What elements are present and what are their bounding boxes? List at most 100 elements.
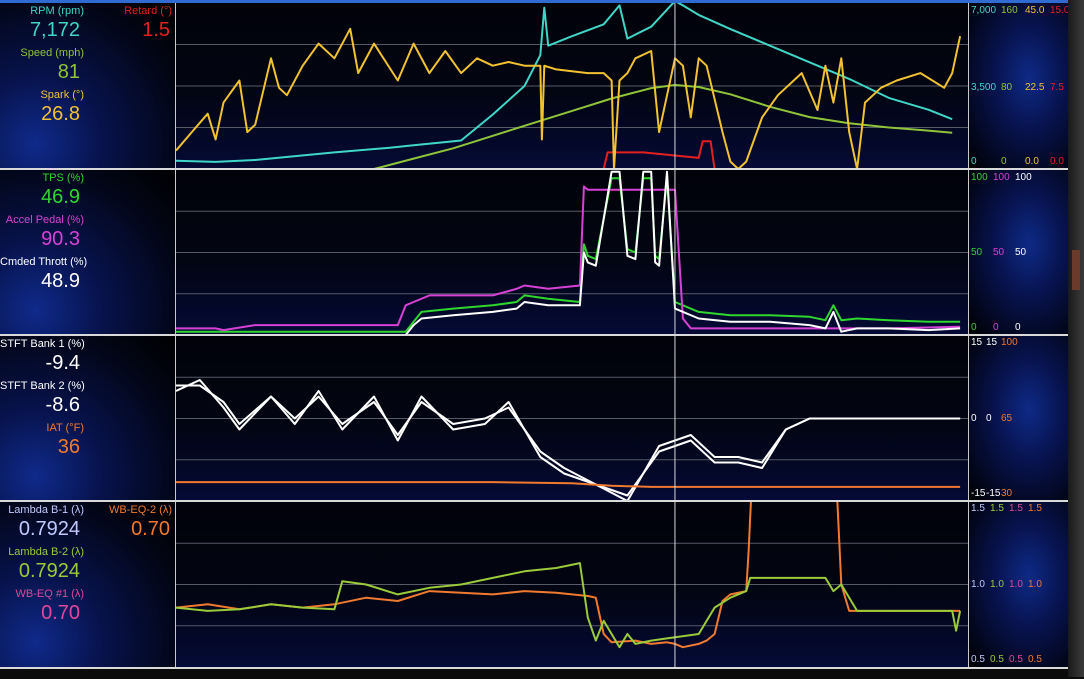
scale-bot-1: 0 bbox=[971, 156, 977, 167]
scale-mid-3: 50 bbox=[1015, 247, 1027, 258]
chart-pane-throttle: TPS (%) 46.9 Accel Pedal (%) 90.3 Cmded … bbox=[0, 170, 1069, 335]
scale-top-3: 100 bbox=[1015, 172, 1032, 183]
plot-area[interactable] bbox=[176, 336, 968, 501]
scale-mid-4: 7.5 bbox=[1050, 82, 1064, 93]
plot-area[interactable] bbox=[176, 170, 968, 335]
scale-mid-3: 1.0 bbox=[1009, 579, 1023, 590]
scale-top-2: 160 bbox=[1001, 5, 1018, 16]
scale-column: 1.5 1.5 1.5 1.5 1.0 1.0 1.0 1.0 0.5 0.5 … bbox=[968, 502, 1069, 667]
scale-mid-2: 0 bbox=[986, 413, 992, 424]
scale-bot-4: 0.5 bbox=[1028, 654, 1042, 665]
datalog-viewer: RPM (rpm) 7,172 Retard (°) 1.5 Speed (mp… bbox=[0, 0, 1084, 679]
scale-top-3: 1.5 bbox=[1009, 503, 1023, 514]
scale-mid-3: 22.5 bbox=[1025, 82, 1045, 93]
retard-value: 1.5 bbox=[142, 19, 170, 41]
scale-mid-1: 50 bbox=[971, 247, 983, 258]
scale-bot-1: 0 bbox=[971, 322, 977, 333]
spark-label: Spark (°) bbox=[40, 89, 84, 101]
scale-top-4: 1.5 bbox=[1028, 503, 1042, 514]
scale-column: 100 100 100 50 50 50 0 0 0 bbox=[968, 170, 1069, 335]
chart-pane-fuel-trim: STFT Bank 1 (%) -9.4 STFT Bank 2 (%) -8.… bbox=[0, 336, 1069, 501]
scale-top-1: 1.5 bbox=[971, 503, 985, 514]
scale-bot-4: 0.0 bbox=[1050, 156, 1064, 167]
scale-mid-2: 1.0 bbox=[990, 579, 1004, 590]
accel-pedal-label: Accel Pedal (%) bbox=[5, 214, 84, 226]
iat-label: IAT (°F) bbox=[46, 422, 84, 434]
scale-bot-3: 0.0 bbox=[1025, 156, 1039, 167]
scale-bot-1: 0.5 bbox=[971, 654, 985, 665]
cmded-throttle-value: 48.9 bbox=[41, 270, 80, 292]
series-line-lambda-b-2 bbox=[176, 562, 962, 649]
stft-bank2-value: -8.6 bbox=[45, 394, 80, 416]
scale-bot-2: 0.5 bbox=[990, 654, 1004, 665]
vertical-scrollbar[interactable] bbox=[1068, 0, 1084, 677]
scale-mid-3: 65 bbox=[1001, 413, 1013, 424]
pane-labels: STFT Bank 1 (%) -9.4 STFT Bank 2 (%) -8.… bbox=[0, 336, 176, 501]
chart-pane-lambda: Lambda B-1 (λ) 0.7924 WB-EQ-2 (λ) 0.70 L… bbox=[0, 502, 1069, 667]
scale-top-1: 7,000 bbox=[971, 5, 997, 16]
wb-eq1-label: WB-EQ #1 (λ) bbox=[15, 588, 84, 600]
scale-top-1: 100 bbox=[971, 172, 988, 183]
scale-bot-3: 0.5 bbox=[1009, 654, 1023, 665]
scale-top-2: 1.5 bbox=[990, 503, 1004, 514]
wb-eq2-label: WB-EQ-2 (λ) bbox=[109, 504, 172, 516]
lambda-b2-value: 0.7924 bbox=[18, 560, 80, 582]
scale-column: 7,000 160 45.0 15.0 3,500 80 22.5 7.5 0 … bbox=[968, 3, 1069, 169]
plot-svg bbox=[176, 502, 968, 667]
scale-top-3: 45.0 bbox=[1025, 5, 1045, 16]
spark-value: 26.8 bbox=[41, 103, 80, 125]
scale-mid-2: 50 bbox=[993, 247, 1005, 258]
scale-column: 15 15 100 0 0 65 -15 -15 30 bbox=[968, 336, 1069, 501]
scale-bot-3: 0 bbox=[1015, 322, 1021, 333]
scale-mid-1: 0 bbox=[971, 413, 977, 424]
scale-top-2: 100 bbox=[993, 172, 1010, 183]
plot-area[interactable] bbox=[176, 502, 968, 667]
lambda-b2-label: Lambda B-2 (λ) bbox=[8, 546, 84, 558]
scale-bot-2: 0 bbox=[1001, 156, 1007, 167]
lambda-b1-label: Lambda B-1 (λ) bbox=[8, 504, 84, 516]
series-line-iat-f bbox=[176, 481, 961, 488]
scrollbar-thumb[interactable] bbox=[1072, 250, 1080, 290]
series-line-stft-bank-1 bbox=[176, 379, 961, 497]
speed-value: 81 bbox=[57, 61, 80, 83]
scale-bot-3: 30 bbox=[1001, 488, 1013, 499]
series-line-retard bbox=[602, 140, 716, 169]
stft-bank2-label: STFT Bank 2 (%) bbox=[0, 380, 85, 392]
iat-value: 36 bbox=[57, 436, 80, 458]
scale-top-1: 15 bbox=[971, 337, 983, 348]
scale-mid-2: 80 bbox=[1001, 82, 1013, 93]
wb-eq1-value: 0.70 bbox=[41, 602, 80, 624]
tps-label: TPS (%) bbox=[42, 172, 84, 184]
scale-bot-2: 0 bbox=[993, 322, 999, 333]
scale-top-4: 15.0 bbox=[1050, 5, 1070, 16]
wb-eq2-value: 0.70 bbox=[131, 518, 170, 540]
scale-top-2: 15 bbox=[986, 337, 998, 348]
series-line-tps bbox=[176, 177, 961, 333]
scale-mid-4: 1.0 bbox=[1028, 579, 1042, 590]
plot-area[interactable] bbox=[176, 3, 968, 169]
plot-svg bbox=[176, 3, 968, 169]
accel-pedal-value: 90.3 bbox=[41, 228, 80, 250]
stft-bank1-label: STFT Bank 1 (%) bbox=[0, 338, 85, 350]
series-line-accel-pedal bbox=[176, 185, 961, 332]
lambda-b1-value: 0.7924 bbox=[18, 518, 80, 540]
scale-top-3: 100 bbox=[1001, 337, 1018, 348]
plot-svg bbox=[176, 336, 968, 501]
chart-pane-engine: RPM (rpm) 7,172 Retard (°) 1.5 Speed (mp… bbox=[0, 3, 1069, 169]
scale-mid-1: 3,500 bbox=[971, 82, 997, 93]
cmded-throttle-label: Cmded Thrott (%) bbox=[0, 256, 88, 268]
plot-svg bbox=[176, 170, 968, 335]
scale-bot-2: -15 bbox=[986, 488, 1001, 499]
scale-bot-1: -15 bbox=[971, 488, 986, 499]
retard-label: Retard (°) bbox=[124, 5, 172, 17]
series-line-rpm-rpm bbox=[176, 3, 953, 163]
rpm-value: 7,172 bbox=[29, 19, 80, 41]
rpm-label: RPM (rpm) bbox=[30, 5, 84, 17]
series-line-spark bbox=[176, 27, 962, 169]
stft-bank1-value: -9.4 bbox=[45, 352, 80, 374]
pane-labels: TPS (%) 46.9 Accel Pedal (%) 90.3 Cmded … bbox=[0, 170, 176, 335]
speed-label: Speed (mph) bbox=[20, 47, 84, 59]
tps-value: 46.9 bbox=[41, 186, 80, 208]
pane-labels: Lambda B-1 (λ) 0.7924 WB-EQ-2 (λ) 0.70 L… bbox=[0, 502, 176, 667]
pane-labels: RPM (rpm) 7,172 Retard (°) 1.5 Speed (mp… bbox=[0, 3, 176, 169]
